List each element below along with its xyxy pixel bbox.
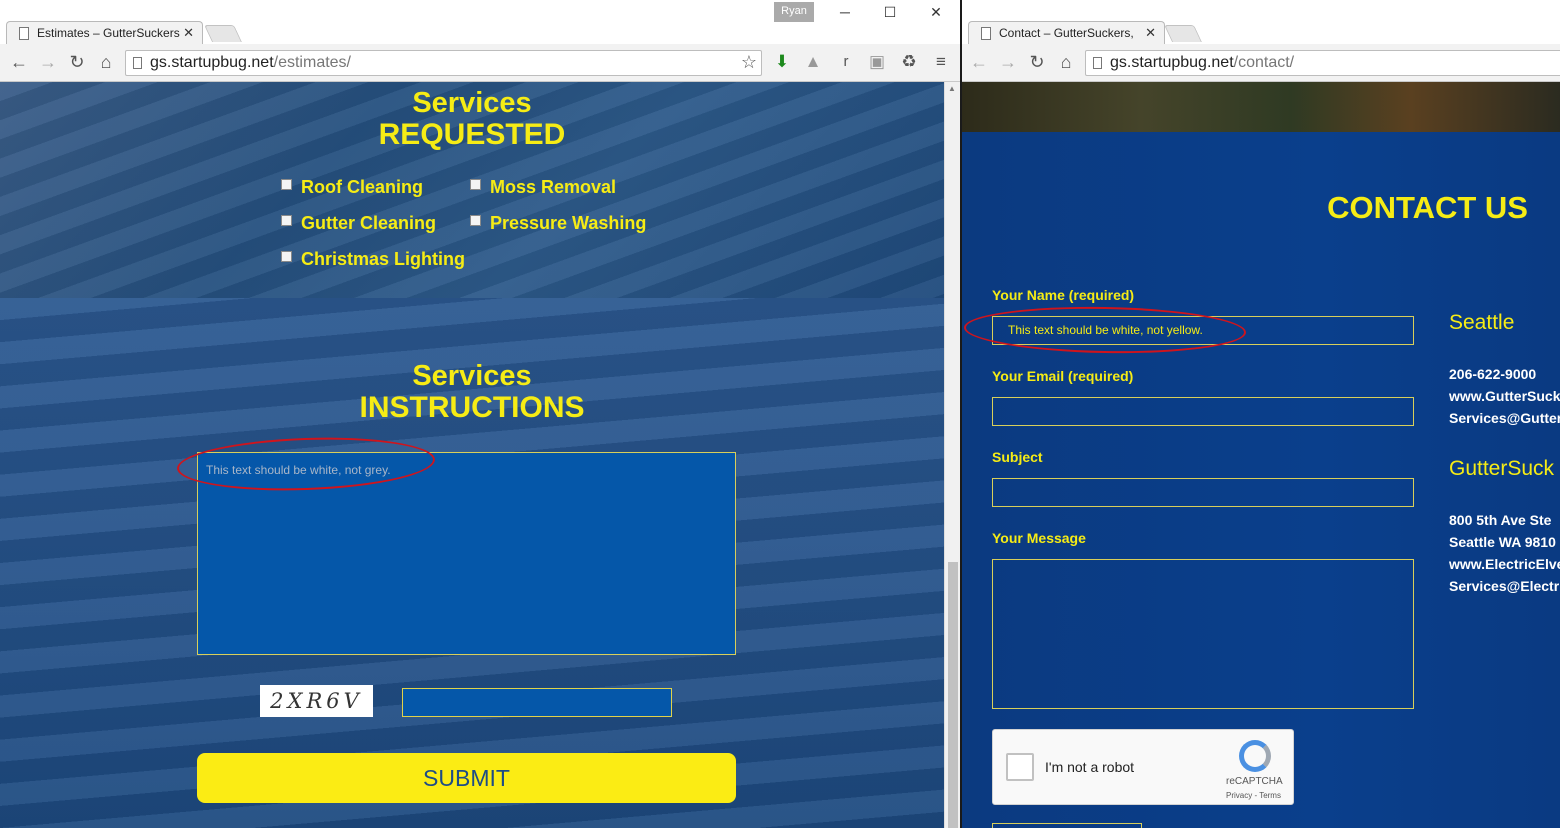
page-icon <box>981 27 991 40</box>
page-info-icon <box>1093 57 1102 69</box>
browser-window-contact: Contact – GutterSuckers, ✕ ← → ↻ ⌂ gs.st… <box>962 0 1560 828</box>
drive-icon[interactable]: ▲ <box>802 51 824 73</box>
hero-image <box>962 82 1560 132</box>
recaptcha-logo-icon <box>1239 740 1271 772</box>
browser-window-estimates: Estimates – GutterSuckers ✕ Ryan ─ ☐ ✕ ←… <box>0 0 960 828</box>
checkbox-roof-cleaning[interactable]: Roof Cleaning <box>281 177 423 198</box>
browser-toolbar: ← → ↻ ⌂ gs.startupbug.net/estimates/ ☆ ⬇… <box>0 44 960 82</box>
vertical-scrollbar[interactable]: ▲ <box>944 82 960 828</box>
checkbox-moss-removal[interactable]: Moss Removal <box>470 177 616 198</box>
send-button[interactable] <box>992 823 1142 828</box>
subject-input[interactable] <box>992 478 1414 507</box>
checkbox-box[interactable] <box>281 251 292 262</box>
subject-label: Subject <box>992 449 1043 465</box>
tab-contact[interactable]: Contact – GutterSuckers, ✕ <box>968 21 1165 44</box>
checkbox-label: Gutter Cleaning <box>301 213 437 233</box>
recycle-icon[interactable]: ♻ <box>898 51 920 73</box>
services-requested-heading: Services REQUESTED <box>378 87 566 151</box>
checkbox-label: Roof Cleaning <box>301 177 423 197</box>
contact-heading: CONTACT US <box>1327 190 1528 225</box>
tab-close-icon[interactable]: ✕ <box>1145 25 1156 41</box>
email-input[interactable] <box>992 397 1414 426</box>
checkbox-box[interactable] <box>281 179 292 190</box>
bookmark-star-icon[interactable]: ☆ <box>741 52 757 73</box>
page-info-icon <box>133 57 142 69</box>
checkbox-box[interactable] <box>470 179 481 190</box>
message-label: Your Message <box>992 530 1086 546</box>
office-city-seattle: Seattle <box>1449 311 1515 334</box>
back-icon[interactable]: ← <box>8 52 30 72</box>
menu-icon[interactable]: ≡ <box>930 51 952 73</box>
office2-address-line1: 800 5th Ave Ste <box>1449 512 1552 528</box>
browser-toolbar: ← → ↻ ⌂ gs.startupbug.net/contact/ <box>962 44 1560 82</box>
office2-website[interactable]: www.ElectricElve <box>1449 553 1560 575</box>
page-viewport: Services REQUESTED Roof Cleaning Moss Re… <box>0 82 944 828</box>
home-icon[interactable]: ⌂ <box>95 52 117 72</box>
url-path: /contact/ <box>1233 54 1295 71</box>
title-bar: Estimates – GutterSuckers ✕ Ryan ─ ☐ ✕ <box>0 0 960 44</box>
tab-close-icon[interactable]: ✕ <box>183 25 194 41</box>
submit-button[interactable]: SUBMIT <box>197 753 736 803</box>
close-window-button[interactable]: ✕ <box>921 4 951 21</box>
reload-icon[interactable]: ↻ <box>66 52 88 72</box>
office2-email[interactable]: Services@Electri <box>1449 575 1560 597</box>
reload-icon[interactable]: ↻ <box>1026 52 1048 72</box>
new-tab-button[interactable] <box>204 25 242 42</box>
checkbox-box[interactable] <box>281 215 292 226</box>
address-bar[interactable]: gs.startupbug.net/contact/ <box>1085 50 1560 76</box>
recaptcha-widget: I'm not a robot reCAPTCHA Privacy - Term… <box>992 729 1294 805</box>
tab-title: Estimates – GutterSuckers <box>37 26 180 40</box>
email-label: Your Email (required) <box>992 368 1134 384</box>
services-instructions-heading: Services INSTRUCTIONS <box>359 360 585 424</box>
url-path: /estimates/ <box>273 54 351 71</box>
name-input[interactable]: This text should be white, not yellow. <box>992 316 1414 345</box>
address-bar[interactable]: gs.startupbug.net/estimates/ ☆ <box>125 50 762 76</box>
checkbox-christmas-lighting[interactable]: Christmas Lighting <box>281 249 465 270</box>
back-icon[interactable]: ← <box>968 52 990 72</box>
office1-email[interactable]: Services@Gutters <box>1449 407 1560 429</box>
profile-badge[interactable]: Ryan <box>774 2 814 22</box>
forward-icon[interactable]: → <box>997 52 1019 72</box>
extension-r-icon[interactable]: r <box>835 51 857 73</box>
office-name-guttersuckers: GutterSuck <box>1449 457 1555 480</box>
recaptcha-label: I'm not a robot <box>1045 759 1135 775</box>
checkbox-pressure-washing[interactable]: Pressure Washing <box>470 213 646 234</box>
tab-estimates[interactable]: Estimates – GutterSuckers ✕ <box>6 21 203 44</box>
recaptcha-checkbox[interactable] <box>1006 753 1034 781</box>
checkbox-gutter-cleaning[interactable]: Gutter Cleaning <box>281 213 436 234</box>
name-label: Your Name (required) <box>992 287 1135 303</box>
checkbox-box[interactable] <box>470 215 481 226</box>
url-domain: gs.startupbug.net <box>150 54 274 71</box>
extension-box-icon[interactable]: ▣ <box>866 51 888 73</box>
minimize-button[interactable]: ─ <box>830 4 860 20</box>
instructions-textarea[interactable]: This text should be white, not grey. <box>197 452 736 655</box>
captcha-input[interactable] <box>402 688 672 717</box>
scrollbar-thumb[interactable] <box>948 562 958 828</box>
download-icon[interactable]: ⬇ <box>771 51 793 73</box>
page-icon <box>19 27 29 40</box>
office2-address-line2: Seattle WA 9810 <box>1449 534 1556 550</box>
tab-title: Contact – GutterSuckers, <box>999 26 1134 40</box>
title-bar: Contact – GutterSuckers, ✕ <box>962 0 1560 44</box>
message-textarea[interactable] <box>992 559 1414 709</box>
office1-website[interactable]: www.GutterSucke <box>1449 385 1560 407</box>
url-domain: gs.startupbug.net <box>1110 54 1234 71</box>
recaptcha-brand: reCAPTCHA <box>1226 776 1283 787</box>
page-viewport: CONTACT US Your Name (required) This tex… <box>962 82 1560 828</box>
maximize-button[interactable]: ☐ <box>875 4 905 21</box>
captcha-image: 2XR6V <box>260 685 373 717</box>
checkbox-label: Christmas Lighting <box>301 249 466 269</box>
checkbox-label: Moss Removal <box>490 177 617 197</box>
checkbox-label: Pressure Washing <box>490 213 647 233</box>
home-icon[interactable]: ⌂ <box>1055 52 1077 72</box>
recaptcha-terms[interactable]: Privacy - Terms <box>1226 791 1281 800</box>
forward-icon[interactable]: → <box>37 52 59 72</box>
new-tab-button[interactable] <box>1164 25 1202 42</box>
scroll-up-icon[interactable]: ▲ <box>948 84 956 93</box>
office1-phone: 206-622-9000 <box>1449 366 1537 382</box>
